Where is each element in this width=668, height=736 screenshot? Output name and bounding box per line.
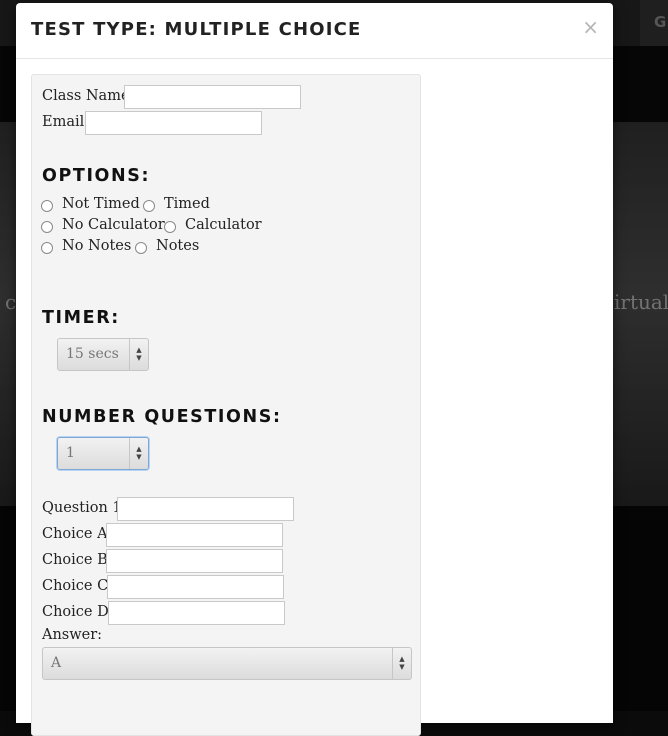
test-form: Class Name: Email: OPTIONS: Not Timed Ti… [31, 74, 421, 736]
no-notes-label: No Notes [62, 238, 132, 254]
answer-select-value: A [51, 655, 62, 671]
answer-select[interactable]: A ▲ ▼ [42, 647, 412, 680]
choice-a-label: Choice A: [42, 526, 113, 542]
calculator-radio[interactable] [164, 221, 176, 233]
email-label: Email: [42, 114, 90, 130]
choice-d-input[interactable] [108, 601, 285, 625]
calculator-label: Calculator [185, 217, 262, 233]
email-input[interactable] [85, 111, 262, 135]
select-arrows-icon: ▲ ▼ [129, 339, 148, 370]
class-name-input[interactable] [124, 85, 301, 109]
choice-c-input[interactable] [107, 575, 284, 599]
timer-select-value: 15 secs [66, 346, 119, 362]
select-arrows-icon: ▲ ▼ [129, 438, 148, 469]
timer-select[interactable]: 15 secs ▲ ▼ [57, 338, 149, 371]
not-timed-radio[interactable] [41, 200, 53, 212]
select-arrows-icon: ▲ ▼ [392, 648, 411, 679]
choice-d-label: Choice D: [42, 604, 114, 620]
notes-radio[interactable] [135, 242, 147, 254]
question-1-label: Question 1: [42, 500, 127, 516]
question-1-input[interactable] [117, 497, 294, 521]
no-calculator-radio[interactable] [41, 221, 53, 233]
number-questions-heading: NUMBER QUESTIONS: [42, 407, 282, 427]
choice-a-input[interactable] [106, 523, 283, 547]
choice-b-label: Choice B: [42, 552, 113, 568]
timer-heading: TIMER: [42, 308, 120, 328]
answer-label: Answer: [42, 627, 103, 643]
modal-header: TEST TYPE: MULTIPLE CHOICE × [16, 3, 613, 59]
choice-b-input[interactable] [106, 549, 283, 573]
number-questions-select[interactable]: 1 ▲ ▼ [57, 437, 149, 470]
test-type-modal: TEST TYPE: MULTIPLE CHOICE × Class Name:… [16, 3, 613, 736]
notes-label: Notes [156, 238, 200, 254]
options-heading: OPTIONS: [42, 166, 151, 186]
close-icon[interactable]: × [582, 15, 599, 39]
timed-radio[interactable] [143, 200, 155, 212]
modal-title: TEST TYPE: MULTIPLE CHOICE [31, 19, 362, 40]
not-timed-label: Not Timed [62, 196, 140, 212]
choice-c-label: Choice C: [42, 578, 114, 594]
number-questions-select-value: 1 [66, 445, 75, 461]
timed-label: Timed [164, 196, 210, 212]
no-calculator-label: No Calculator [62, 217, 165, 233]
no-notes-radio[interactable] [41, 242, 53, 254]
class-name-label: Class Name: [42, 88, 135, 104]
